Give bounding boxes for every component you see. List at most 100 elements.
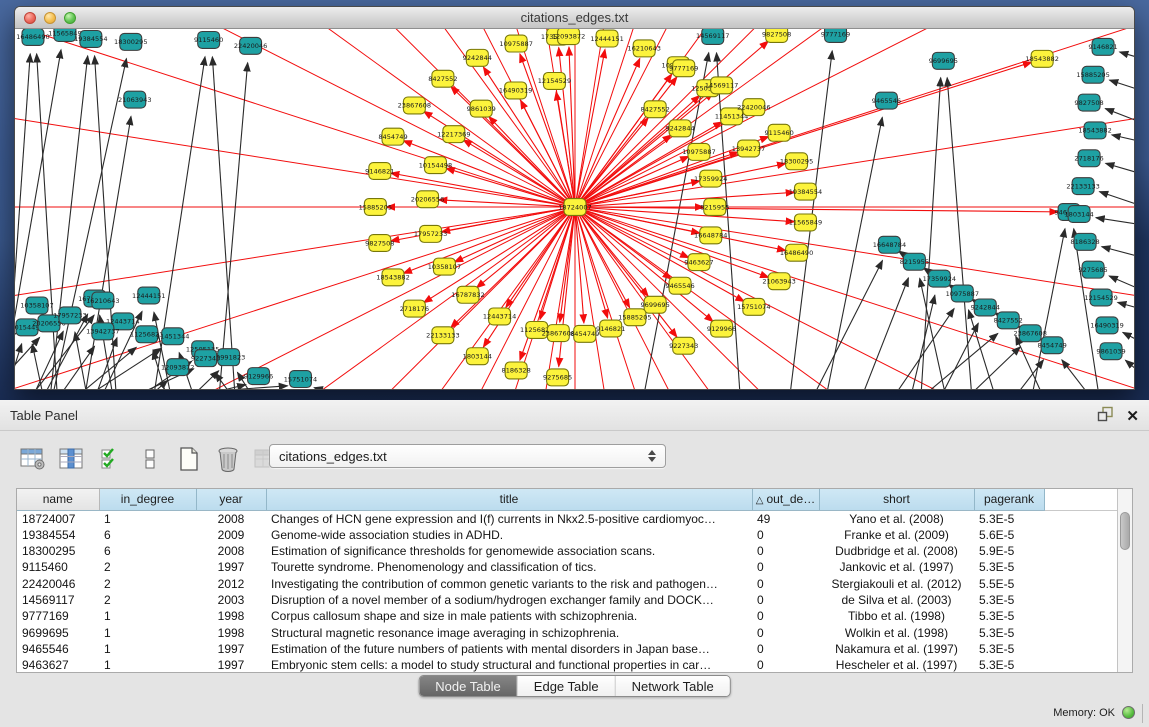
cell-in_degree[interactable]: 6 — [99, 527, 196, 543]
cell-pagerank[interactable]: 5.3E-5 — [974, 592, 1044, 608]
cell-title[interactable]: Embryonic stem cells: a model to study s… — [266, 657, 752, 673]
cell-pagerank[interactable]: 5.3E-5 — [974, 608, 1044, 624]
cell-pagerank[interactable]: 5.3E-5 — [974, 625, 1044, 641]
cell-in_degree[interactable]: 2 — [99, 559, 196, 575]
table-row[interactable]: 911546021997Tourette syndrome. Phenomeno… — [17, 559, 1119, 575]
node-table-grid[interactable]: namein_degreeyeartitle△out_de…shortpager… — [17, 489, 1119, 673]
cell-short[interactable]: Yano et al. (2008) — [819, 510, 974, 527]
cell-short[interactable]: Franke et al. (2009) — [819, 527, 974, 543]
cell-name[interactable]: 9777169 — [17, 608, 99, 624]
cell-in_degree[interactable]: 1 — [99, 510, 196, 527]
cell-short[interactable]: Dudbridge et al. (2008) — [819, 543, 974, 559]
cell-title[interactable]: Changes of HCN gene expression and I(f) … — [266, 510, 752, 527]
column-header-title[interactable]: title — [266, 489, 752, 510]
column-header-out_de[interactable]: △out_de… — [752, 489, 819, 510]
cell-out_de[interactable]: 49 — [752, 510, 819, 527]
table-row[interactable]: 946362711997Embryonic stem cells: a mode… — [17, 657, 1119, 673]
memory-status-dot[interactable] — [1122, 706, 1135, 719]
hide-columns-icon[interactable] — [135, 445, 165, 473]
cell-pagerank[interactable]: 5.3E-5 — [974, 641, 1044, 657]
cell-in_degree[interactable]: 2 — [99, 592, 196, 608]
cell-title[interactable]: Estimation of the future numbers of pati… — [266, 641, 752, 657]
table-row[interactable]: 1830029562008Estimation of significance … — [17, 543, 1119, 559]
column-header-short[interactable]: short — [819, 489, 974, 510]
column-header-in_degree[interactable]: in_degree — [99, 489, 196, 510]
cell-short[interactable]: Wolkin et al. (1998) — [819, 625, 974, 641]
tab-node-table[interactable]: Node Table — [419, 676, 518, 696]
cell-pagerank[interactable]: 5.5E-5 — [974, 576, 1044, 592]
table-row[interactable]: 946554611997Estimation of the future num… — [17, 641, 1119, 657]
cell-name[interactable]: 9115460 — [17, 559, 99, 575]
cell-pagerank[interactable]: 5.3E-5 — [974, 657, 1044, 673]
cell-year[interactable]: 1998 — [196, 608, 266, 624]
cell-short[interactable]: Tibbo et al. (1998) — [819, 608, 974, 624]
scrollbar-thumb[interactable] — [1120, 512, 1130, 550]
cell-year[interactable]: 1997 — [196, 657, 266, 673]
cell-short[interactable]: Hescheler et al. (1997) — [819, 657, 974, 673]
cell-out_de[interactable]: 0 — [752, 641, 819, 657]
cell-in_degree[interactable]: 1 — [99, 657, 196, 673]
cell-short[interactable]: Nakamura et al. (1997) — [819, 641, 974, 657]
cell-in_degree[interactable]: 1 — [99, 625, 196, 641]
cell-year[interactable]: 1998 — [196, 625, 266, 641]
cell-short[interactable]: de Silva et al. (2003) — [819, 592, 974, 608]
cell-out_de[interactable]: 0 — [752, 657, 819, 673]
cell-title[interactable]: Corpus callosum shape and size in male p… — [266, 608, 752, 624]
network-canvas[interactable]: 1015449820206556179572331035810716787832… — [15, 29, 1134, 389]
show-selected-columns-icon[interactable] — [96, 445, 126, 473]
create-new-column-icon[interactable] — [174, 445, 204, 473]
cell-out_de[interactable]: 0 — [752, 608, 819, 624]
cell-year[interactable]: 2003 — [196, 592, 266, 608]
cell-in_degree[interactable]: 1 — [99, 641, 196, 657]
table-selector-dropdown[interactable]: citations_edges.txt — [269, 444, 666, 468]
column-header-pagerank[interactable]: pagerank — [974, 489, 1044, 510]
delete-columns-icon[interactable] — [213, 445, 243, 473]
cell-short[interactable]: Jankovic et al. (1997) — [819, 559, 974, 575]
column-header-year[interactable]: year — [196, 489, 266, 510]
cell-out_de[interactable]: 0 — [752, 592, 819, 608]
cell-out_de[interactable]: 0 — [752, 527, 819, 543]
cell-short[interactable]: Stergiakouli et al. (2012) — [819, 576, 974, 592]
cell-pagerank[interactable]: 5.6E-5 — [974, 527, 1044, 543]
cell-out_de[interactable]: 0 — [752, 559, 819, 575]
resize-grip[interactable] — [1142, 704, 1143, 723]
cell-title[interactable]: Estimation of significance thresholds fo… — [266, 543, 752, 559]
cell-name[interactable]: 18724007 — [17, 510, 99, 527]
table-row[interactable]: 977716911998Corpus callosum shape and si… — [17, 608, 1119, 624]
cell-title[interactable]: Disruption of a novel member of a sodium… — [266, 592, 752, 608]
citation-network-graph[interactable]: 1015449820206556179572331035810716787832… — [15, 29, 1134, 389]
cell-out_de[interactable]: 0 — [752, 543, 819, 559]
vertical-scrollbar[interactable] — [1117, 489, 1132, 672]
cell-name[interactable]: 9699695 — [17, 625, 99, 641]
float-panel-icon[interactable] — [1097, 406, 1114, 427]
cell-name[interactable]: 22420046 — [17, 576, 99, 592]
cell-pagerank[interactable]: 5.3E-5 — [974, 510, 1044, 527]
cell-year[interactable]: 1997 — [196, 559, 266, 575]
cell-name[interactable]: 9465546 — [17, 641, 99, 657]
table-row[interactable]: 1938455462009Genome-wide association stu… — [17, 527, 1119, 543]
column-header-name[interactable]: name — [17, 489, 99, 510]
cell-in_degree[interactable]: 2 — [99, 576, 196, 592]
cell-year[interactable]: 1997 — [196, 641, 266, 657]
table-row[interactable]: 2242004622012Investigating the contribut… — [17, 576, 1119, 592]
cell-in_degree[interactable]: 6 — [99, 543, 196, 559]
cell-out_de[interactable]: 0 — [752, 576, 819, 592]
cell-name[interactable]: 18300295 — [17, 543, 99, 559]
cell-title[interactable]: Genome-wide association studies in ADHD. — [266, 527, 752, 543]
window-titlebar[interactable]: citations_edges.txt — [15, 7, 1134, 29]
tab-network-table[interactable]: Network Table — [616, 676, 730, 696]
cell-name[interactable]: 14569117 — [17, 592, 99, 608]
cell-year[interactable]: 2008 — [196, 543, 266, 559]
cell-name[interactable]: 9463627 — [17, 657, 99, 673]
cell-pagerank[interactable]: 5.3E-5 — [974, 559, 1044, 575]
close-panel-icon[interactable]: ✕ — [1126, 408, 1139, 426]
cell-name[interactable]: 19384554 — [17, 527, 99, 543]
cell-out_de[interactable]: 0 — [752, 625, 819, 641]
cell-in_degree[interactable]: 1 — [99, 608, 196, 624]
cell-title[interactable]: Tourette syndrome. Phenomenology and cla… — [266, 559, 752, 575]
cell-year[interactable]: 2009 — [196, 527, 266, 543]
cell-title[interactable]: Investigating the contribution of common… — [266, 576, 752, 592]
cell-title[interactable]: Structural magnetic resonance image aver… — [266, 625, 752, 641]
tab-edge-table[interactable]: Edge Table — [518, 676, 616, 696]
select-columns-icon[interactable] — [57, 445, 87, 473]
